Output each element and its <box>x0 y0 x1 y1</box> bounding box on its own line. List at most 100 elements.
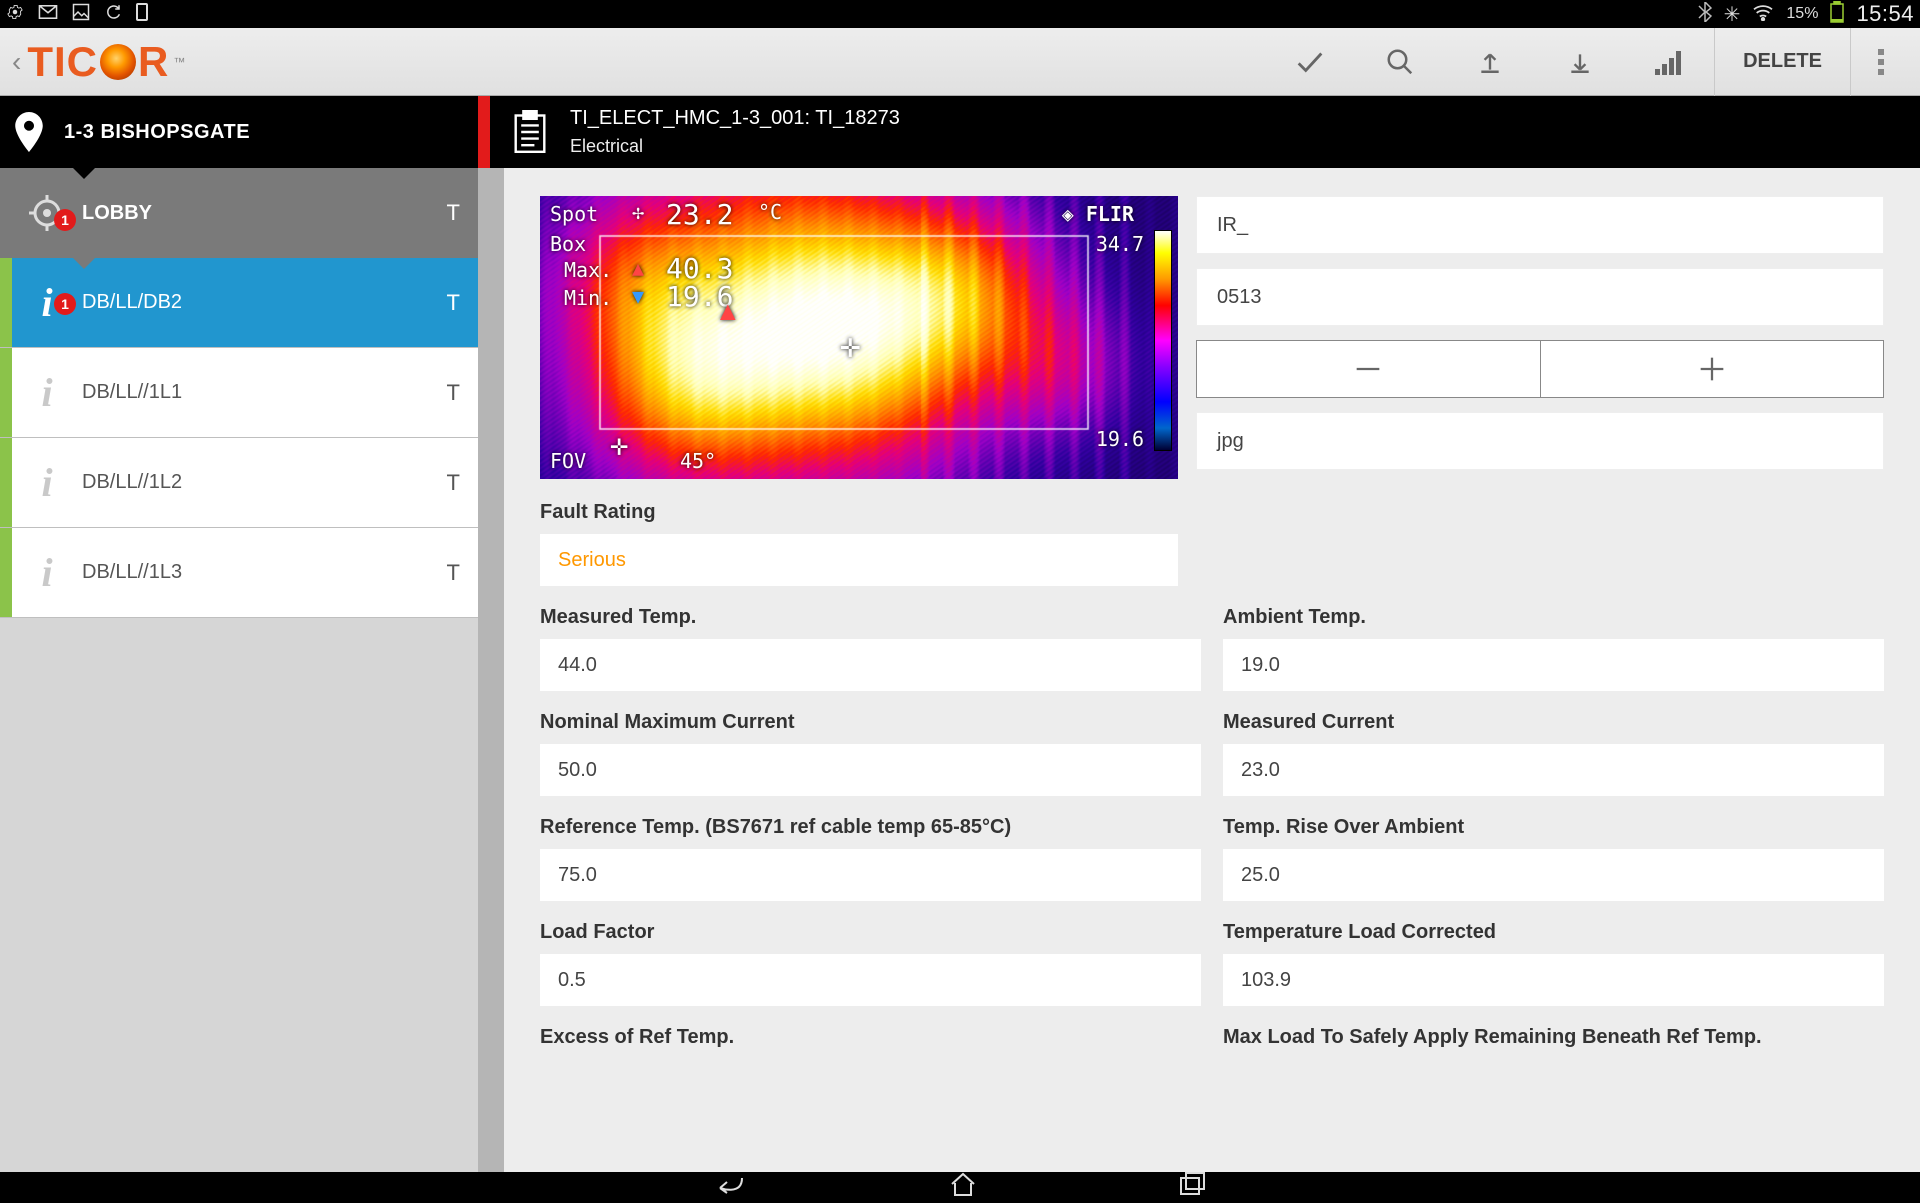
image-number-field[interactable]: 0513 <box>1196 268 1884 326</box>
sidebar-item-label: DB/LL//1L3 <box>82 561 447 584</box>
image-ext-field[interactable]: jpg <box>1196 412 1884 470</box>
sidebar-item-t: T <box>447 200 460 226</box>
scale-low: 19.6 <box>1096 427 1144 451</box>
sidebar-item-db2[interactable]: i 1 DB/LL/DB2 T <box>0 258 478 348</box>
overflow-menu-button[interactable] <box>1850 28 1910 96</box>
field-label: Max Load To Safely Apply Remaining Benea… <box>1223 1026 1884 1049</box>
scale-high: 34.7 <box>1096 232 1144 256</box>
sidebar: 1 LOBBY T i 1 DB/LL/DB2 T i DB/LL//1L1 T… <box>0 168 478 1172</box>
ambient-temp-field[interactable]: 19.0 <box>1223 639 1884 691</box>
sidebar-item-1l2[interactable]: i DB/LL//1L2 T <box>0 438 478 528</box>
field-label: Nominal Maximum Current <box>540 711 1201 734</box>
spot-marker-icon: ✢ <box>632 200 644 224</box>
nav-home-button[interactable] <box>948 1170 978 1203</box>
sidebar-item-label: DB/LL//1L2 <box>82 471 447 494</box>
sidebar-item-lobby[interactable]: 1 LOBBY T <box>0 168 478 258</box>
field-label: Reference Temp. (BS7671 ref cable temp 6… <box>540 816 1201 839</box>
field-label: Measured Current <box>1223 711 1884 734</box>
sidebar-item-t: T <box>447 470 460 496</box>
delete-button[interactable]: DELETE <box>1714 28 1850 96</box>
location-name: 1-3 BISHOPSGATE <box>64 121 250 144</box>
bluetooth-icon <box>1698 2 1712 27</box>
location-header[interactable]: 1-3 BISHOPSGATE <box>0 96 478 168</box>
field-label: Ambient Temp. <box>1223 606 1884 629</box>
clipboard-icon <box>512 110 548 154</box>
search-button[interactable] <box>1354 28 1444 96</box>
field-label: Excess of Ref Temp. <box>540 1026 1201 1049</box>
load-factor-field[interactable]: 0.5 <box>540 954 1201 1006</box>
measured-temp-field[interactable]: 44.0 <box>540 639 1201 691</box>
mail-icon <box>38 5 58 24</box>
spot-label: Spot <box>550 202 598 226</box>
sidebar-item-1l1[interactable]: i DB/LL//1L1 T <box>0 348 478 438</box>
battery-text: 15% <box>1786 5 1818 23</box>
android-nav-bar <box>0 1172 1920 1200</box>
fault-rating-label: Fault Rating <box>540 501 1884 524</box>
sidebar-stripe <box>0 438 12 527</box>
reference-temp-field[interactable]: 75.0 <box>540 849 1201 901</box>
document-title: TI_ELECT_HMC_1-3_001: TI_18273 <box>570 107 900 130</box>
sync-icon <box>104 3 122 26</box>
sidebar-stripe <box>0 168 12 258</box>
box-label: Box <box>550 232 586 256</box>
temp-rise-field[interactable]: 25.0 <box>1223 849 1884 901</box>
increment-button[interactable] <box>1541 340 1885 398</box>
clock-text: 15:54 <box>1856 1 1914 27</box>
info-icon: i <box>41 369 52 416</box>
flir-brand: ◈ FLIR <box>1062 202 1134 226</box>
measured-current-field[interactable]: 23.0 <box>1223 744 1884 796</box>
min-label: Min. <box>564 286 612 310</box>
unit-label: °C <box>758 200 782 224</box>
download-button[interactable] <box>1534 28 1624 96</box>
device-icon <box>136 3 148 26</box>
decrement-button[interactable] <box>1196 340 1541 398</box>
image-prefix-field[interactable]: IR_ <box>1196 196 1884 254</box>
main-gutter <box>478 168 504 1172</box>
app-header: ‹ TIC R ™ DELETE <box>0 28 1920 96</box>
field-label: Temperature Load Corrected <box>1223 921 1884 944</box>
context-bar: 1-3 BISHOPSGATE TI_ELECT_HMC_1-3_001: TI… <box>0 96 1920 168</box>
min-marker-icon: ▼ <box>632 284 644 308</box>
nominal-max-current-field[interactable]: 50.0 <box>540 744 1201 796</box>
sidebar-item-t: T <box>447 560 460 586</box>
field-label: Temp. Rise Over Ambient <box>1223 816 1884 839</box>
thermal-image[interactable]: Spot ✢ 23.2 °C Box Max. ▲ 40.3 Min. ▼ 19… <box>540 196 1178 479</box>
fault-rating-value[interactable]: Serious <box>540 534 1178 586</box>
chevron-down-icon <box>72 167 96 179</box>
confirm-button[interactable] <box>1264 28 1354 96</box>
sidebar-item-t: T <box>447 380 460 406</box>
nav-back-button[interactable] <box>712 1170 748 1203</box>
fov-value: 45° <box>680 449 716 473</box>
sidebar-item-label: LOBBY <box>82 202 447 225</box>
max-marker-icon: ▲ <box>632 256 644 280</box>
logo-left: TIC <box>27 38 98 86</box>
nav-recent-button[interactable] <box>1178 1171 1208 1202</box>
field-label: Measured Temp. <box>540 606 1201 629</box>
sidebar-item-label: DB/LL//1L1 <box>82 381 447 404</box>
app-logo[interactable]: TIC R ™ <box>27 38 186 86</box>
badge: 1 <box>54 209 76 231</box>
sidebar-stripe <box>0 348 12 437</box>
upload-button[interactable] <box>1444 28 1534 96</box>
android-status-bar: ✳ 15% 15:54 <box>0 0 1920 28</box>
crosshair-icon: ✛ <box>840 326 860 366</box>
thermal-overlay: Spot ✢ 23.2 °C Box Max. ▲ 40.3 Min. ▼ 19… <box>540 196 1178 479</box>
fov-label: FOV <box>550 449 586 473</box>
vibrate-icon: ✳ <box>1724 2 1741 27</box>
wifi-icon <box>1752 3 1774 26</box>
document-subtitle: Electrical <box>570 136 900 157</box>
sidebar-item-1l3[interactable]: i DB/LL//1L3 T <box>0 528 478 618</box>
field-label: Load Factor <box>540 921 1201 944</box>
sidebar-stripe <box>0 258 12 347</box>
badge: 1 <box>54 293 76 315</box>
temp-load-corrected-field[interactable]: 103.9 <box>1223 954 1884 1006</box>
crosshair-icon: ✛ <box>610 428 628 463</box>
max-label: Max. <box>564 258 612 282</box>
image-icon <box>72 3 90 26</box>
back-button[interactable]: ‹ <box>10 46 27 78</box>
signal-button[interactable] <box>1624 28 1714 96</box>
info-icon: i <box>41 549 52 596</box>
settings-icon <box>6 3 24 26</box>
info-icon: i <box>41 279 52 326</box>
logo-o-icon <box>100 44 136 80</box>
